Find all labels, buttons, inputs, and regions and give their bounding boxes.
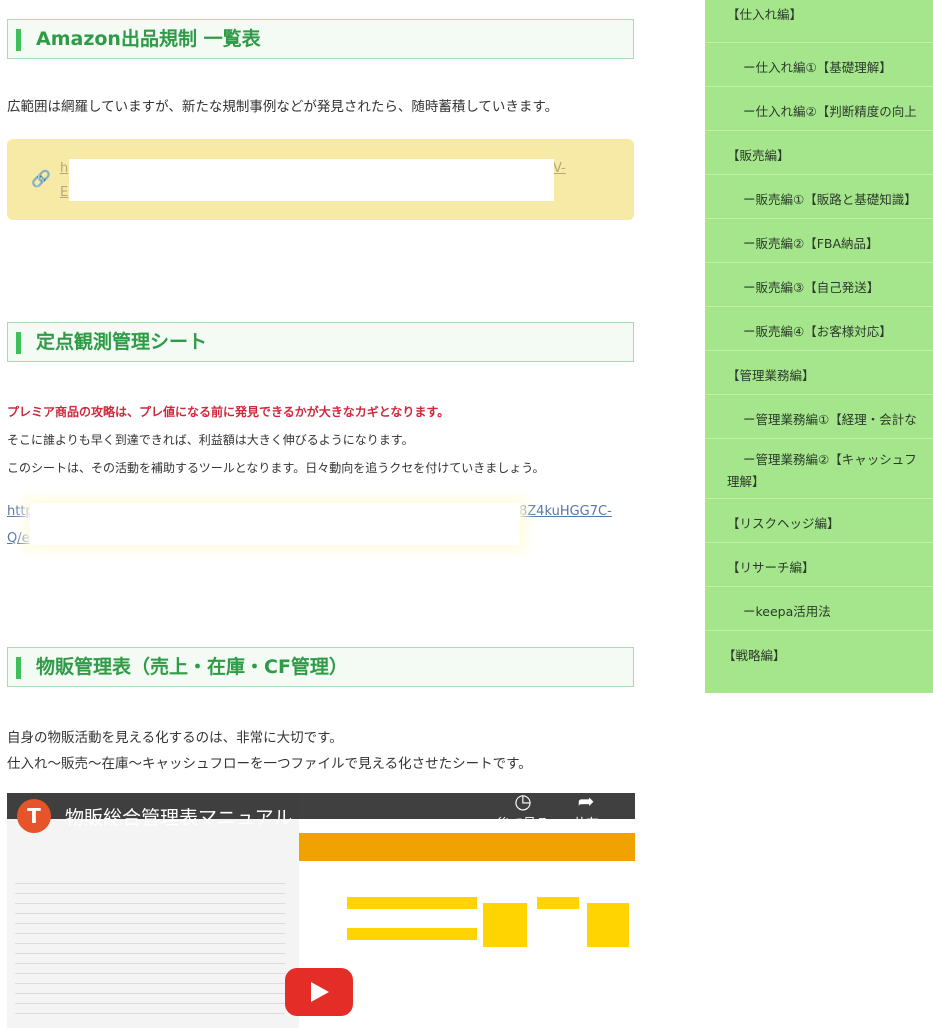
sidebar-toc: 【仕入れ編】 ー仕入れ編①【基礎理解】 ー仕入れ編②【判断精度の向上 【販売編】… — [705, 0, 933, 693]
toc-item[interactable]: 【管理業務編】 — [705, 351, 933, 395]
toc-item[interactable]: ー管理業務編②【キャッシュフ 理解】 — [705, 439, 933, 499]
thumbnail-block — [347, 897, 477, 909]
play-icon — [311, 982, 329, 1002]
toc-item[interactable]: 【戦略編】 — [705, 631, 933, 675]
toc-item[interactable]: 【リスクヘッジ編】 — [705, 499, 933, 543]
play-button[interactable] — [285, 968, 353, 1016]
link-card[interactable]: 🔗 h V- E — [7, 139, 634, 220]
thumbnail-block — [537, 897, 579, 909]
redacted-link-mask — [30, 503, 520, 545]
body-text: そこに誰よりも早く到達できれば、利益額は大きく伸びるようになります。 — [7, 433, 414, 447]
clock-icon: ◷ — [514, 793, 532, 813]
body-text: 自身の物販活動を見える化するのは、非常に大切です。 — [7, 730, 343, 746]
toc-item[interactable]: 【仕入れ編】 — [705, 0, 933, 43]
toc-item[interactable]: ー仕入れ編①【基礎理解】 — [705, 43, 933, 87]
section-heading-sales-management: 物販管理表（売上・在庫・CF管理） — [7, 647, 634, 687]
toc-item[interactable]: ー仕入れ編②【判断精度の向上 — [705, 87, 933, 131]
link-fragment[interactable]: h — [60, 161, 68, 176]
toc-item[interactable]: 【販売編】 — [705, 131, 933, 175]
section-description: 広範囲は網羅していますが、新たな規制事例などが発見されたら、随時蓄積していきます… — [7, 99, 559, 115]
section-heading-observation-sheet: 定点観測管理シート — [7, 322, 634, 362]
toc-item[interactable]: ー販売編④【お客様対応】 — [705, 307, 933, 351]
sheet-url-right[interactable]: 8Z4kuHGG7C- — [519, 504, 612, 519]
toc-item[interactable]: ーkeepa活用法 — [705, 587, 933, 631]
watch-later-label: 後で見る — [497, 817, 550, 832]
section-title: Amazon出品規制 一覧表 — [36, 28, 261, 50]
heading-accent-bar — [16, 332, 21, 354]
toc-item[interactable]: ー販売編①【販路と基礎知識】 — [705, 175, 933, 219]
thumbnail-orange-bar — [299, 833, 635, 861]
toc-item[interactable]: ー販売編③【自己発送】 — [705, 263, 933, 307]
toc-item[interactable]: 【リサーチ編】 — [705, 543, 933, 587]
lead-text: プレミア商品の攻略は、プレ値になる前に発見できるかが大きなカギとなります。 — [7, 405, 450, 419]
redacted-link-mask — [69, 159, 554, 201]
thumbnail-block — [587, 903, 629, 947]
toc-item[interactable]: ー販売編②【FBA納品】 — [705, 219, 933, 263]
heading-accent-bar — [16, 657, 21, 679]
section-title: 定点観測管理シート — [36, 331, 208, 353]
video-embed[interactable]: T 物販総合管理表マニュアル ◷ 後で見る ➦ 共有 — [7, 793, 635, 1028]
thumbnail-block — [347, 928, 477, 940]
section-title: 物販管理表（売上・在庫・CF管理） — [36, 656, 348, 678]
section-heading-amazon-restrictions: Amazon出品規制 一覧表 — [7, 19, 634, 59]
toc-item[interactable]: ー管理業務編①【経理・会計な — [705, 395, 933, 439]
share-icon: ➦ — [577, 793, 595, 813]
video-title[interactable]: 物販総合管理表マニュアル — [65, 803, 292, 830]
body-text: 仕入れ〜販売〜在庫〜キャッシュフローを一つファイルで見える化させたシートです。 — [7, 756, 532, 772]
share-label: 共有 — [573, 817, 600, 832]
link-icon: 🔗 — [31, 169, 51, 188]
sheet-url-line2[interactable]: Q/e — [7, 531, 30, 546]
body-text: このシートは、その活動を補助するツールとなります。日々動向を追うクセを付けていき… — [7, 461, 545, 475]
share-button[interactable]: ➦ 共有 — [573, 793, 599, 832]
link-fragment[interactable]: V- — [553, 161, 566, 176]
thumbnail-block — [483, 903, 527, 947]
heading-accent-bar — [16, 29, 21, 51]
link-fragment[interactable]: E — [60, 185, 68, 200]
channel-avatar[interactable]: T — [17, 799, 51, 833]
watch-later-button[interactable]: ◷ 後で見る — [497, 793, 549, 832]
